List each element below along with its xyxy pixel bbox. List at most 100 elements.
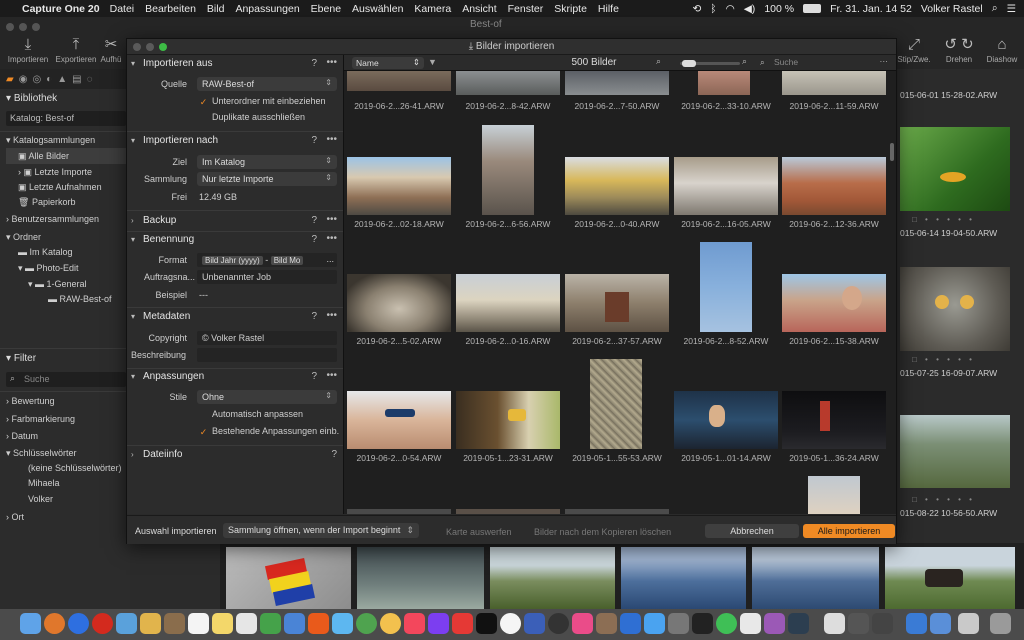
filmstrip-thumb[interactable]	[226, 547, 351, 609]
image-thumb[interactable]	[590, 359, 642, 449]
image-thumb[interactable]	[347, 509, 451, 514]
grid-scrollbar[interactable]	[890, 143, 894, 161]
menu-ebene[interactable]: Ebene	[311, 3, 341, 15]
more-icon[interactable]: •••	[326, 57, 337, 68]
folder-raw-best-of[interactable]: ▬ RAW-Best-of	[48, 294, 112, 304]
import-from-header[interactable]: ▾ Importieren aus ? •••	[131, 56, 341, 74]
library-tab-icon[interactable]: ▰	[6, 74, 14, 85]
launchpad-icon[interactable]	[68, 613, 89, 634]
book-icon[interactable]	[164, 613, 185, 634]
filmstrip-thumb[interactable]	[490, 547, 615, 609]
image-thumb[interactable]	[782, 391, 886, 449]
naming-header[interactable]: ▾ Benennung ? •••	[131, 232, 341, 250]
keyword-item[interactable]: Mihaela	[28, 478, 60, 488]
lens-tab-icon[interactable]: ◎	[32, 74, 41, 85]
filmstrip-thumb[interactable]	[621, 547, 746, 609]
app-icon[interactable]	[620, 613, 641, 634]
more-icon[interactable]: •••	[326, 134, 337, 145]
browser-thumb-road[interactable]	[900, 415, 1010, 488]
after-import-select[interactable]: Sammlung öffnen, wenn der Import beginnt…	[223, 523, 419, 538]
firefox-icon[interactable]	[44, 613, 65, 634]
adjustments-header[interactable]: ▾ Anpassungen ? •••	[131, 369, 341, 387]
description-input[interactable]	[197, 348, 337, 362]
calendar-icon[interactable]	[188, 613, 209, 634]
menu-hilfe[interactable]: Hilfe	[598, 3, 619, 15]
filter-search-input[interactable]: ⌕ Suche	[6, 372, 126, 387]
browser-thumb-fly[interactable]	[900, 127, 1010, 211]
catalog-collections-header[interactable]: ▾ Katalogsammlungen	[6, 135, 95, 146]
folder-icon[interactable]	[930, 613, 951, 634]
datetime[interactable]: Fr. 31. Jan. 14 52	[830, 3, 912, 15]
slideshow-button[interactable]: ⌂ Diashow	[980, 35, 1024, 64]
collection-select[interactable]: Nur letzte Importe ⇕	[197, 172, 337, 186]
downloads-icon[interactable]	[958, 613, 979, 634]
user-collections-header[interactable]: › Benutzersammlungen	[6, 214, 99, 224]
image-thumb[interactable]	[782, 71, 886, 95]
cut-button[interactable]: ✂ Aufhü	[96, 35, 126, 64]
folders-header[interactable]: ▾ Ordner	[6, 232, 41, 243]
menu-app-name[interactable]: Capture One 20	[22, 3, 100, 15]
stickies-icon[interactable]	[212, 613, 233, 634]
chrome-icon[interactable]	[356, 613, 377, 634]
image-thumb[interactable]	[482, 125, 534, 215]
format-edit-button[interactable]: ...	[326, 254, 334, 264]
source-select[interactable]: RAW-Best-of ⇕	[197, 77, 337, 91]
rating-dots[interactable]: □ • • • • •	[912, 215, 975, 224]
metadata-header[interactable]: ▾ Metadaten ? •••	[131, 309, 341, 327]
eject-card-checkbox[interactable]: Karte auswerfen	[433, 526, 512, 537]
auto-adjust-checkbox[interactable]: Automatisch anpassen	[199, 409, 303, 419]
export-button[interactable]: ⤒ Exportieren	[51, 35, 101, 64]
menu-bild[interactable]: Bild	[207, 3, 225, 15]
image-thumb[interactable]	[565, 509, 669, 514]
image-thumb[interactable]	[347, 274, 451, 332]
image-thumb[interactable]	[782, 274, 886, 332]
document-icon[interactable]	[872, 613, 893, 634]
target-select[interactable]: Im Katalog ⇕	[197, 155, 337, 169]
filter-keywords[interactable]: ▾ Schlüsselwörter	[6, 448, 77, 459]
app-icon[interactable]	[788, 613, 809, 634]
collection-trash[interactable]: 🗑 Papierkorb	[18, 197, 75, 208]
app-icon[interactable]	[740, 613, 761, 634]
app-icon[interactable]	[572, 613, 593, 634]
copyright-input[interactable]: © Volker Rastel	[197, 331, 337, 345]
image-thumb[interactable]	[808, 476, 860, 514]
more-icon[interactable]: ···	[880, 56, 889, 66]
backup-header[interactable]: › Backup ? •••	[131, 213, 341, 231]
image-thumb[interactable]	[698, 71, 750, 95]
window-close-button[interactable]	[6, 23, 14, 31]
rating-dots[interactable]: □ • • • • •	[912, 495, 975, 504]
folder-photo-edit[interactable]: ▾ ▬ Photo-Edit	[18, 263, 79, 274]
styles-select[interactable]: Ohne ⇕	[197, 390, 337, 404]
image-thumb[interactable]	[674, 391, 778, 449]
window-minimize-button[interactable]	[19, 23, 27, 31]
volume-icon[interactable]: ◀)	[744, 3, 756, 15]
search-icon[interactable]: ⌕	[992, 2, 998, 15]
sort-direction-icon[interactable]: ▼	[428, 57, 437, 67]
job-name-input[interactable]: Unbenannter Job	[197, 270, 337, 284]
thumb-size-slider[interactable]	[680, 60, 740, 67]
opera-icon[interactable]	[92, 613, 113, 634]
system-preferences-icon[interactable]	[668, 613, 689, 634]
exposure-tab-icon[interactable]: ▲	[57, 74, 67, 85]
whatsapp-icon[interactable]	[716, 613, 737, 634]
tv-icon[interactable]	[476, 613, 497, 634]
filter-date[interactable]: › Datum	[6, 431, 38, 441]
import-button[interactable]: ⤓ Importieren	[3, 35, 53, 64]
music-icon[interactable]	[404, 613, 425, 634]
textedit-icon[interactable]	[236, 613, 257, 634]
filter-title[interactable]: ▾ Filter	[6, 353, 36, 364]
filmstrip-thumb[interactable]	[885, 547, 1015, 609]
filter-color-tag[interactable]: › Farbmarkierung	[6, 414, 75, 424]
zoom-in-icon[interactable]: ⌕	[742, 56, 747, 67]
more-icon[interactable]: •••	[326, 370, 337, 381]
capture-tab-icon[interactable]: ◉	[19, 74, 28, 85]
image-thumb[interactable]	[456, 274, 560, 332]
preview-icon[interactable]	[116, 613, 137, 634]
import-all-button[interactable]: Alle importieren	[803, 524, 895, 538]
keynote-icon[interactable]	[284, 613, 305, 634]
rating-dots[interactable]: □ • • • • •	[912, 355, 975, 364]
trash-icon[interactable]	[990, 613, 1011, 634]
image-thumb[interactable]	[347, 71, 451, 91]
menu-datei[interactable]: Datei	[110, 3, 135, 15]
details-tab-icon[interactable]: ▤	[72, 74, 81, 85]
